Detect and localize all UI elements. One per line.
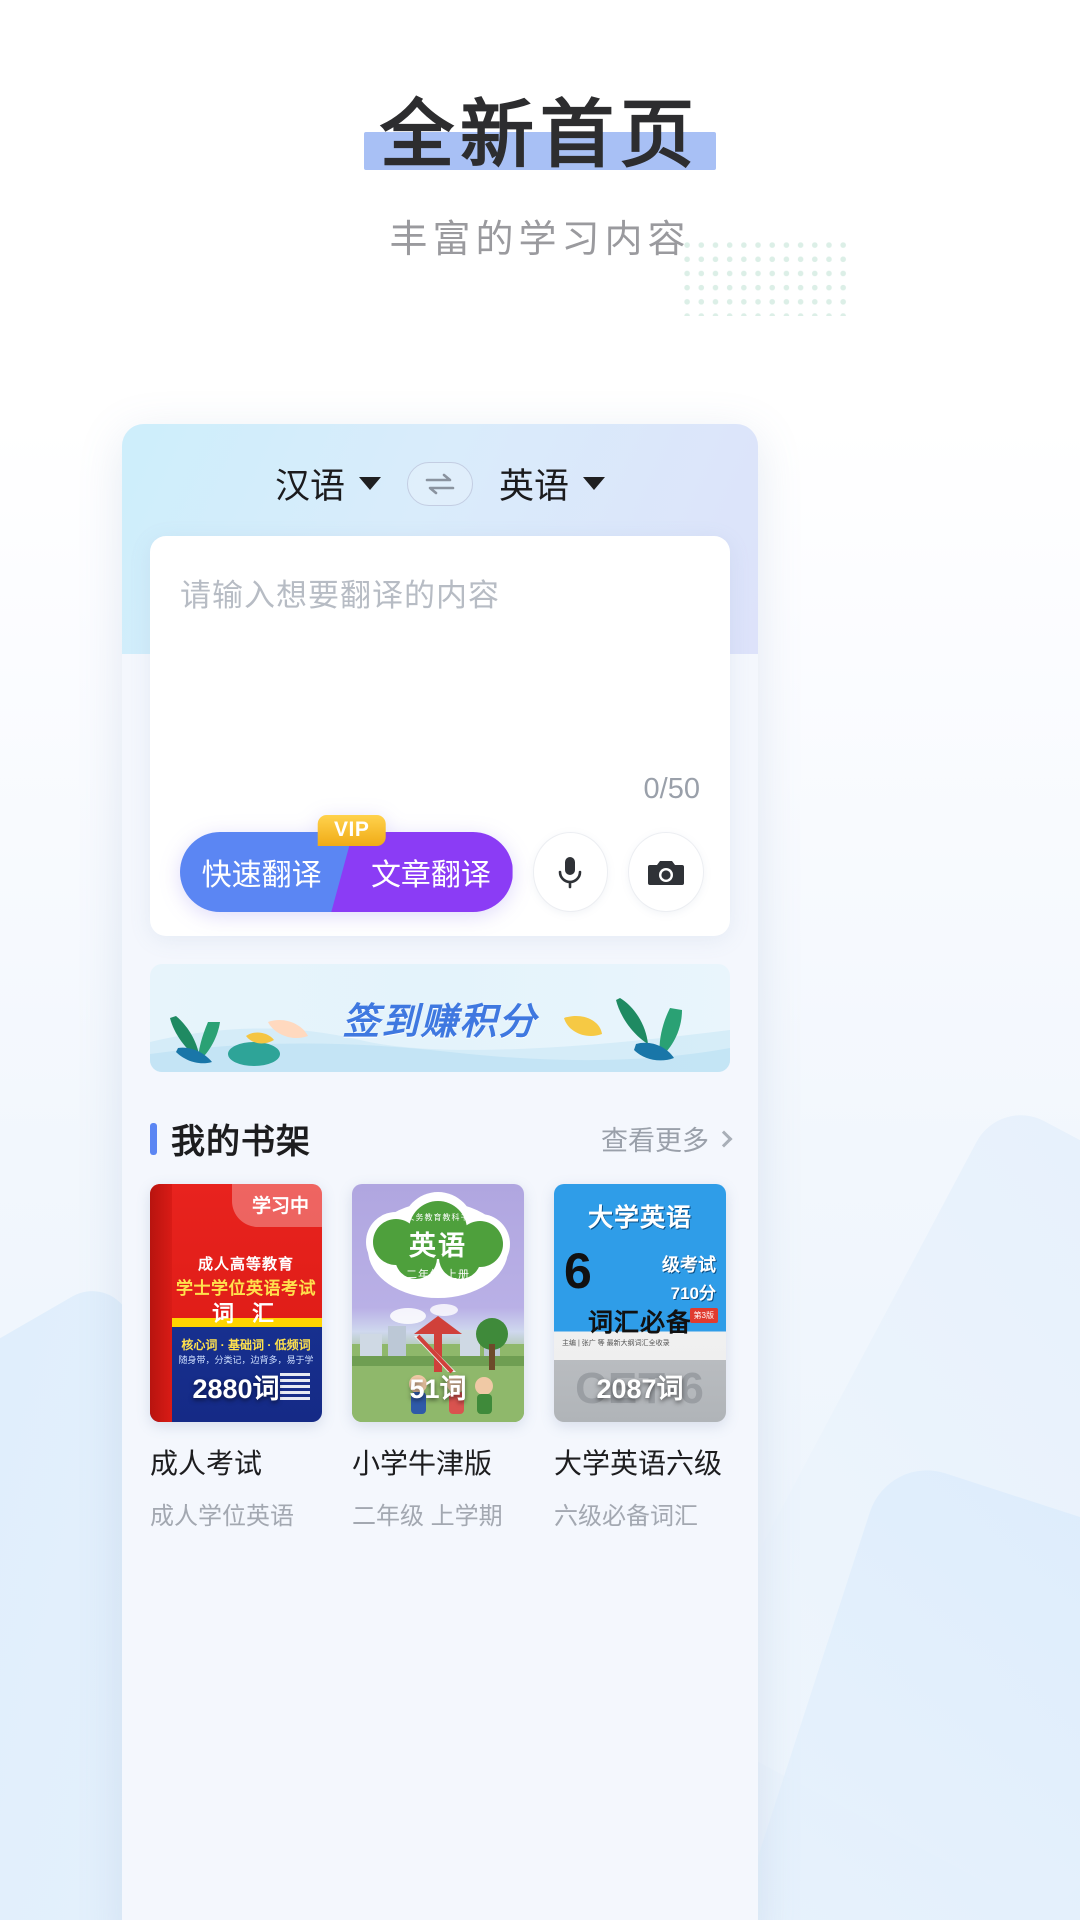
translate-mode-segment: 快速翻译 文章翻译 VIP (180, 815, 513, 912)
word-count-label: 2880词 (192, 1374, 280, 1404)
cover-title: 英语 (409, 1231, 467, 1261)
cover-line-2: 级考试 (662, 1254, 716, 1275)
word-count-label: 2087词 (596, 1374, 684, 1404)
page-title: 全新首页 (380, 93, 700, 176)
translate-input[interactable]: 请输入想要翻译的内容 (180, 570, 700, 615)
target-language-label: 英语 (499, 467, 570, 506)
camera-icon (648, 861, 685, 885)
chevron-down-icon (359, 477, 381, 490)
article-translate-label: 文章翻译 (370, 859, 491, 892)
swap-languages-button[interactable] (407, 461, 473, 506)
source-language-label: 汉语 (274, 467, 345, 506)
cover-line-3: 710分 (670, 1284, 716, 1304)
chevron-right-icon (715, 1130, 733, 1147)
checkin-banner[interactable]: 签到赚积分 (150, 964, 730, 1072)
book-cover: 义务教育教科书 英语 二年级 上册 51词 (352, 1184, 524, 1422)
view-more-label: 查看更多 (601, 1126, 709, 1156)
bookshelf-title-text: 我的书架 (171, 1123, 311, 1161)
bookshelf-list: 成人高等教育 学士学位英语考试 词 汇 核心词 · 基础词 · 低频词 随身带，… (150, 1184, 730, 1531)
target-language-selector[interactable]: 英语 (499, 458, 606, 509)
microphone-icon (559, 857, 582, 889)
cover-line-1: 成人高等教育 (197, 1256, 294, 1274)
book-name: 小学牛津版 (352, 1448, 493, 1479)
promo-screen: 全新首页 丰富的学习内容 汉语 英语 请输入想要翻译的内容 0/50 快速翻译 … (0, 0, 1080, 1920)
page-title-wrap: 全新首页 (364, 93, 716, 176)
cover-line-5: 随身带，分类记，边背多，易于学 (178, 1354, 314, 1365)
cover-edition-tag: 第3版 (689, 1307, 718, 1323)
quick-translate-label: 快速翻译 (201, 859, 322, 892)
promo-header: 全新首页 丰富的学习内容 (0, 0, 1080, 263)
bookshelf-title: 我的书架 (150, 1114, 311, 1163)
phone-mockup: 汉语 英语 请输入想要翻译的内容 0/50 快速翻译 文章翻译 VIP 签到赚积… (122, 424, 758, 1920)
character-counter: 0/50 (643, 773, 700, 805)
book-name: 成人考试 (150, 1448, 263, 1479)
vip-badge: VIP (318, 815, 386, 846)
cover-tiny-text: 义务教育教科书 (406, 1213, 470, 1222)
word-count-label: 51词 (409, 1374, 467, 1404)
book-cover: 成人高等教育 学士学位英语考试 词 汇 核心词 · 基础词 · 低频词 随身带，… (150, 1184, 322, 1422)
book-card[interactable]: 成人高等教育 学士学位英语考试 词 汇 核心词 · 基础词 · 低频词 随身带，… (150, 1184, 322, 1531)
source-language-selector[interactable]: 汉语 (275, 458, 381, 509)
language-selector-row: 汉语 英语 (122, 424, 758, 509)
cover-meta: 主编 | 张广 等 最新大纲词汇全收录 (562, 1339, 670, 1347)
status-badge: 学习中 (231, 1184, 322, 1227)
book-card[interactable]: 义务教育教科书 英语 二年级 上册 51词 小学牛津版 二年级 上学期 (352, 1184, 524, 1531)
translate-input-card: 请输入想要翻译的内容 0/50 快速翻译 文章翻译 VIP (150, 536, 730, 936)
translate-actions: 快速翻译 文章翻译 VIP (180, 815, 704, 912)
cover-big-number: 6 (564, 1242, 592, 1299)
view-more-button[interactable]: 查看更多 (601, 1119, 733, 1158)
cover-grade: 二年级 上册 (405, 1269, 471, 1281)
cover-line-3: 词 汇 (211, 1300, 281, 1326)
book-cover: 大学英语 6 级考试 710分 词汇必备 第3版 主编 | 张广 等 最新大纲词… (554, 1184, 726, 1422)
book-subtitle: 成人学位英语 (150, 1503, 294, 1530)
camera-input-button[interactable] (628, 832, 704, 912)
book-name: 大学英语六级 (554, 1448, 723, 1479)
book-subtitle: 六级必备词汇 (554, 1503, 698, 1530)
swap-horizontal-icon (425, 473, 455, 494)
book-subtitle: 二年级 上学期 (352, 1503, 503, 1530)
voice-input-button[interactable] (532, 832, 609, 912)
checkin-banner-text: 签到赚积分 (342, 1001, 538, 1042)
book-card[interactable]: 大学英语 6 级考试 710分 词汇必备 第3版 主编 | 张广 等 最新大纲词… (554, 1184, 726, 1531)
page-subtitle: 丰富的学习内容 (389, 219, 691, 261)
cover-line-4: 核心词 · 基础词 · 低频词 (181, 1338, 311, 1353)
chevron-down-icon (583, 477, 606, 490)
section-accent-bar (150, 1122, 157, 1155)
bookshelf-header: 我的书架 查看更多 (150, 1114, 733, 1163)
cover-line-1: 大学英语 (587, 1204, 692, 1233)
